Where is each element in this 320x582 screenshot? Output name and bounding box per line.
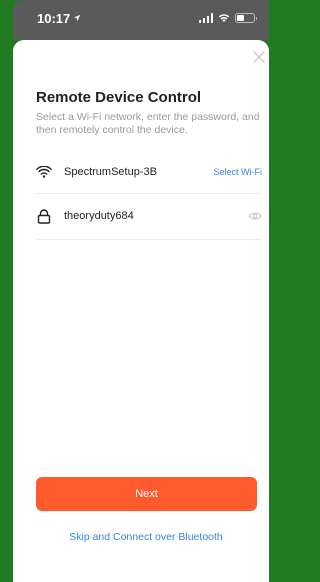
status-icons xyxy=(198,13,257,23)
lock-icon xyxy=(36,208,52,224)
remote-control-sheet: Remote Device Control Select a Wi-Fi net… xyxy=(13,40,269,582)
select-wifi-link[interactable]: Select Wi-Fi xyxy=(213,167,262,177)
cellular-signal-icon xyxy=(198,13,213,23)
status-time: 10:17 xyxy=(37,10,71,26)
status-time-group: 10:17 xyxy=(37,11,81,26)
battery-fill xyxy=(237,15,245,21)
status-bar: 10:17 xyxy=(13,0,269,40)
password-row[interactable]: theoryduty684 xyxy=(36,206,262,226)
battery-icon xyxy=(235,13,257,23)
next-button[interactable]: Next xyxy=(36,477,257,511)
close-icon[interactable] xyxy=(252,50,266,64)
wifi-icon xyxy=(36,164,52,180)
password-field[interactable]: theoryduty684 xyxy=(64,210,248,222)
location-arrow-icon xyxy=(74,14,81,22)
skip-bluetooth-link[interactable]: Skip and Connect over Bluetooth xyxy=(26,531,266,543)
page-title: Remote Device Control xyxy=(36,89,202,106)
eye-icon[interactable] xyxy=(248,211,262,221)
wifi-network-name: SpectrumSetup-3B xyxy=(64,166,157,178)
wifi-icon xyxy=(218,14,230,23)
divider xyxy=(36,193,262,194)
page-subtitle: Select a Wi-Fi network, enter the passwo… xyxy=(36,111,260,136)
divider xyxy=(36,239,262,240)
wifi-network-row[interactable]: SpectrumSetup-3B Select Wi-Fi xyxy=(36,162,262,182)
